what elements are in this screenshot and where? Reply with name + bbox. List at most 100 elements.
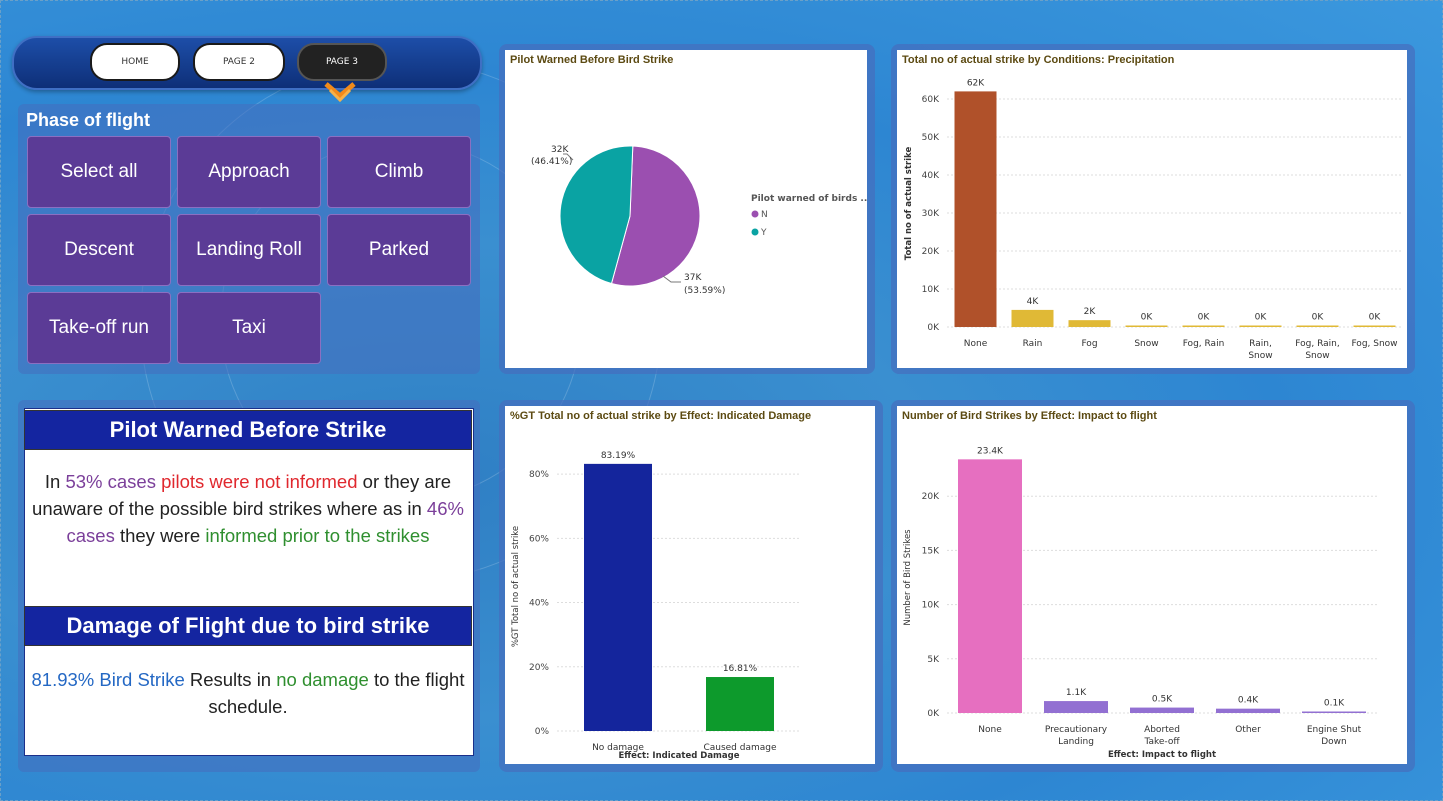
x-tick-label: Fog, Rain [1183, 339, 1225, 349]
x-tick-label: Fog [1081, 339, 1097, 349]
tile-descent[interactable]: Descent [27, 214, 171, 286]
bar [1216, 708, 1280, 713]
tile-landing-roll[interactable]: Landing Roll [177, 214, 321, 286]
data-label: 0.4K [1238, 696, 1259, 706]
damage-bar-chart: 0%20%40%60%80%83.19%No damage16.81%Cause… [511, 451, 801, 761]
y-axis-label: Number of Bird Strikes [903, 529, 913, 626]
data-label: 62K [967, 78, 985, 88]
y-tick-label: 20K [922, 492, 940, 502]
pilot-text-6: they were [114, 525, 206, 546]
data-label: 0K [1312, 313, 1325, 323]
damage-card-heading: Damage of Flight due to bird strike [24, 606, 472, 646]
damage-chart-card[interactable]: %GT Total no of actual strike by Effect:… [505, 406, 875, 764]
damage-text-1: 81.93% Bird Strike [31, 669, 185, 690]
bar [1239, 325, 1282, 327]
x-tick-label: Precautionary [1045, 725, 1108, 735]
bar [1011, 309, 1054, 327]
data-label: 1.1K [1066, 688, 1087, 698]
pie-legend-title: Pilot warned of birds ... [751, 194, 867, 204]
y-axis-label: Total no of actual strike [904, 147, 914, 261]
x-axis-label: Effect: Indicated Damage [618, 751, 739, 761]
impact-chart-card[interactable]: Number of Bird Strikes by Effect: Impact… [897, 406, 1407, 764]
data-label: 83.19% [601, 451, 636, 461]
y-axis-label: %GT Total no of actual strike [511, 526, 521, 647]
y-tick-label: 0K [927, 709, 940, 719]
pie-chart-title: Pilot Warned Before Bird Strike [510, 54, 674, 66]
bar [958, 459, 1022, 713]
bar [1302, 711, 1366, 713]
nav-page2-button[interactable]: PAGE 2 [193, 43, 285, 81]
pie-leader-n [662, 275, 681, 283]
pie-label-n-pct: (53.59%) [684, 286, 725, 296]
y-tick-label: 40% [529, 599, 549, 609]
damage-chart-title: %GT Total no of actual strike by Effect:… [510, 410, 812, 422]
x-axis-label: Effect: Impact to flight [1108, 750, 1216, 760]
x-tick-label: Aborted [1144, 725, 1180, 735]
precip-bar-chart: 0K 10K 20K 30K 40K 50K 60K 62K None 4K Rain 2K Fog 0K… [904, 78, 1403, 361]
y-tick-label: 10K [922, 601, 940, 611]
x-tick-label: Down [1321, 737, 1347, 747]
nav-page3-button[interactable]: PAGE 3 [297, 43, 387, 81]
pie-label-y-pct: (46.41%) [531, 157, 572, 167]
damage-text-3: no damage [276, 669, 369, 690]
x-tick-label: Other [1235, 725, 1261, 735]
y-tick-label: 30K [922, 209, 940, 219]
y-tick-label: 20% [529, 663, 549, 673]
pie-label-n-value: 37K [684, 273, 702, 283]
y-tick-label: 40K [922, 171, 940, 181]
bar [1182, 325, 1225, 327]
phase-title: Phase of flight [26, 110, 151, 130]
y-tick-label: 0% [535, 727, 550, 737]
data-label: 0K [1369, 313, 1382, 323]
pilot-text-1: In [44, 471, 66, 492]
pie-legend-label-N: N [761, 210, 768, 220]
impact-bar-chart: 0K 5K 10K 15K 20K 23.4K None 1.1K Precautionary L… [903, 446, 1377, 760]
pie-chart-card[interactable]: Pilot Warned Before Bird Strike 37K (53.5… [505, 50, 871, 368]
tile-climb[interactable]: Climb [327, 136, 471, 208]
bar [706, 677, 774, 731]
pilot-text-7: informed prior to the strikes [205, 525, 430, 546]
data-label: 16.81% [723, 664, 758, 674]
pie-legend-dot-N [751, 210, 759, 218]
bar [1130, 707, 1194, 713]
x-tick-label: Fog, Rain, [1295, 339, 1339, 349]
x-tick-label: Take-off [1143, 737, 1180, 747]
data-label: 2K [1084, 307, 1097, 317]
x-tick-label: Fog, Snow [1351, 339, 1397, 349]
nav-home-button[interactable]: HOME [90, 43, 180, 81]
bar [1353, 325, 1396, 327]
tile-taxi[interactable]: Taxi [177, 292, 321, 364]
pie-label-y-value: 32K [551, 145, 569, 155]
data-label: 0K [1141, 313, 1154, 323]
data-label: 0K [1198, 313, 1211, 323]
precip-chart-card[interactable]: Total no of actual strike by Conditions:… [897, 50, 1407, 368]
data-label: 0.5K [1152, 695, 1173, 705]
bar [1044, 701, 1108, 713]
y-tick-label: 10K [922, 285, 940, 295]
tile-parked[interactable]: Parked [327, 214, 471, 286]
bar [584, 463, 652, 731]
pie-chart: 37K (53.59%) 32K (46.41%) Pilot warned of bi… [531, 145, 871, 296]
x-tick-label: Rain, [1249, 339, 1272, 349]
data-label: 4K [1027, 297, 1040, 307]
x-tick-label: Snow [1134, 339, 1158, 349]
pilot-card-heading: Pilot Warned Before Strike [24, 410, 472, 450]
chevron-down-icon [324, 82, 356, 103]
tile-approach[interactable]: Approach [177, 136, 321, 208]
y-tick-label: 15K [922, 546, 940, 556]
damage-card-text: 81.93% Bird Strike Results in no damage … [28, 666, 468, 720]
x-tick-label: None [978, 725, 1002, 735]
data-label: 0K [1255, 313, 1268, 323]
tile-take-off-run[interactable]: Take-off run [27, 292, 171, 364]
bar [1068, 320, 1111, 327]
x-tick-label: Engine Shut [1307, 725, 1362, 735]
x-tick-label: Snow [1305, 351, 1329, 361]
y-tick-label: 50K [922, 133, 940, 143]
bar [1125, 325, 1168, 327]
x-tick-label: Landing [1058, 737, 1094, 747]
data-label: 23.4K [977, 446, 1004, 456]
damage-text-2: Results in [184, 669, 277, 690]
bar [1296, 325, 1339, 327]
bar [954, 91, 997, 328]
tile-select-all[interactable]: Select all [27, 136, 171, 208]
